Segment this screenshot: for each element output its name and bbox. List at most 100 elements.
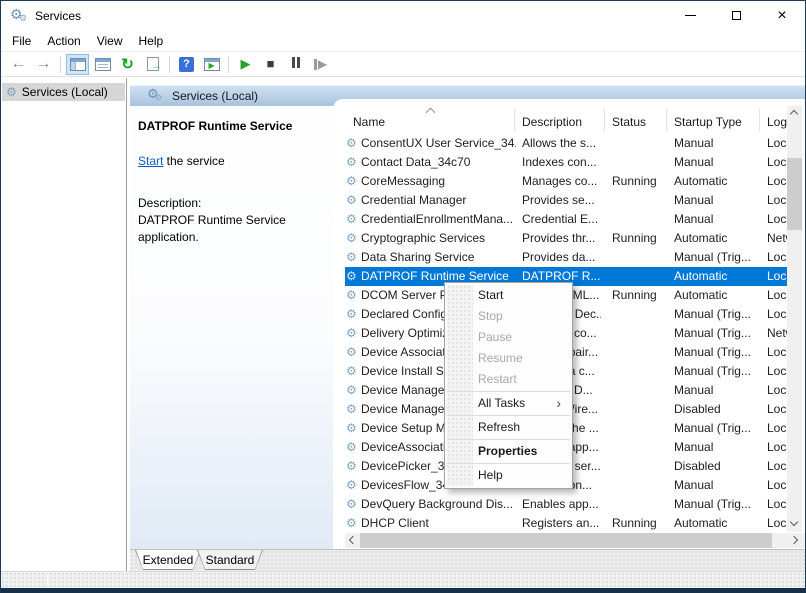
export-list-icon[interactable]: → [141,54,164,75]
column-header-startup-type[interactable]: Startup Type [674,115,742,129]
start-service-icon[interactable]: ▶ [234,54,257,75]
close-icon: × [777,8,786,24]
service-gear-icon: ⚙ [346,477,357,494]
column-header-description[interactable]: Description [522,115,582,129]
service-log-on-as: Local Syste... [767,286,789,305]
service-log-on-as: Local Syste... [767,305,789,324]
scroll-right-button[interactable] [789,533,804,548]
refresh-icon[interactable]: ↻ [116,54,139,75]
service-name: Contact Data_34c70 [361,153,516,172]
restart-service-icon[interactable]: ▶ [309,54,332,75]
horizontal-scrollbar[interactable] [345,533,805,548]
service-row[interactable]: ⚙DHCP ClientRegisters an...RunningAutoma… [345,514,788,533]
back-icon[interactable]: ← [7,54,30,75]
service-row[interactable]: ⚙DevQuery Background Dis...Enables app..… [345,495,788,514]
tab-label: Extended [136,550,200,569]
service-description: Allows the s... [522,134,601,153]
column-header-log-on-as[interactable]: Log [767,115,789,129]
scroll-left-button[interactable] [345,533,360,548]
service-name: DevQuery Background Dis... [361,495,516,514]
service-row[interactable]: ⚙Credential ManagerProvides se...ManualL… [345,191,788,210]
status-bar [1,571,805,588]
tab-label: Standard [198,550,262,569]
toolbar-separator [60,56,61,73]
tab-standard[interactable]: Standard [197,550,263,570]
service-row[interactable]: ⚙Contact Data_34c70Indexes con...ManualL… [345,153,788,172]
service-gear-icon: ⚙ [346,192,357,209]
stop-service-icon[interactable]: ■ [259,54,282,75]
scroll-up-button[interactable] [787,106,802,121]
minimize-button[interactable] [667,1,713,30]
column-divider[interactable] [604,109,605,131]
maximize-button[interactable] [713,1,759,30]
show-extended-view-icon[interactable]: ▶ [200,54,223,75]
services-gear-icon: ⚙ [6,85,17,99]
pause-service-icon[interactable] [284,54,307,75]
service-row[interactable]: ⚙Cryptographic ServicesProvides thr...Ru… [345,229,788,248]
service-log-on-as: Local Servi... [767,514,789,533]
menu-help[interactable]: Help [131,31,172,51]
service-log-on-as: Local Syste... [767,476,789,495]
tab-extended[interactable]: Extended [135,550,201,570]
service-row[interactable]: ⚙ConsentUX User Service_34...Allows the … [345,134,788,153]
column-divider[interactable] [759,109,760,131]
tree-item-services-local[interactable]: ⚙ Services (Local) [2,83,125,101]
service-log-on-as: Local Syste... [767,343,789,362]
service-row[interactable]: ⚙CoreMessagingManages co...RunningAutoma… [345,172,788,191]
properties-icon[interactable] [91,54,114,75]
menu-file[interactable]: File [4,31,39,51]
horizontal-scroll-thumb[interactable] [360,533,772,548]
context-menu-start[interactable]: Start [445,285,572,306]
service-log-on-as: Local Syste... [767,495,789,514]
column-header-status[interactable]: Status [612,115,646,129]
service-log-on-as: Local Syste... [767,419,789,438]
forward-icon[interactable]: → [32,54,55,75]
context-menu-properties[interactable]: Properties [445,441,572,462]
main-area: ⚙ Services (Local) ⚙⚙ Services (Local) D… [1,78,805,571]
show-console-tree-icon[interactable] [66,54,89,75]
view-header-title: Services (Local) [172,89,258,103]
context-menu-help[interactable]: Help [445,465,572,486]
help-icon[interactable]: ? [175,54,198,75]
start-service-link[interactable]: Start [138,154,163,168]
context-menu-pause: Pause [445,327,572,348]
service-gear-icon: ⚙ [346,230,357,247]
close-button[interactable]: × [759,1,805,30]
service-startup-type: Manual [674,476,758,495]
service-log-on-as: Network S... [767,229,789,248]
service-log-on-as: Network S... [767,324,789,343]
sort-ascending-icon [426,108,436,118]
menu-view[interactable]: View [89,31,131,51]
vertical-scrollbar[interactable] [787,106,802,532]
service-description: Provides da... [522,248,601,267]
service-name: CoreMessaging [361,172,516,191]
service-gear-icon: ⚙ [346,325,357,342]
service-gear-icon: ⚙ [346,420,357,437]
console-tree-panel: ⚙ Services (Local) [1,78,127,571]
chevron-down-icon [790,518,798,526]
menu-separator [447,391,570,392]
menu-action[interactable]: Action [39,31,88,51]
service-row[interactable]: ⚙Data Sharing ServiceProvides da...Manua… [345,248,788,267]
column-header-name[interactable]: Name [353,115,385,129]
service-startup-type: Automatic [674,172,758,191]
vertical-scroll-thumb[interactable] [787,158,802,230]
service-startup-type: Disabled [674,400,758,419]
service-startup-type: Manual (Trig... [674,305,758,324]
service-log-on-as: Local Syste... [767,134,789,153]
service-name: ConsentUX User Service_34... [361,134,516,153]
service-startup-type: Disabled [674,457,758,476]
column-divider[interactable] [666,109,667,131]
service-gear-icon: ⚙ [346,344,357,361]
service-gear-icon: ⚙ [346,496,357,513]
context-menu-all-tasks[interactable]: All Tasks› [445,393,572,414]
scroll-down-button[interactable] [787,517,802,532]
service-gear-icon: ⚙ [346,439,357,456]
service-log-on-as: Local Syste... [767,248,789,267]
service-row[interactable]: ⚙CredentialEnrollmentMana...Credential E… [345,210,788,229]
service-log-on-as: Local Syste... [767,400,789,419]
title-bar: ⚙⚙ Services × [1,1,805,30]
services-window: ⚙⚙ Services × FileActionViewHelp ←→↻→?▶▶… [0,0,806,593]
column-divider[interactable] [514,109,515,131]
context-menu-refresh[interactable]: Refresh [445,417,572,438]
